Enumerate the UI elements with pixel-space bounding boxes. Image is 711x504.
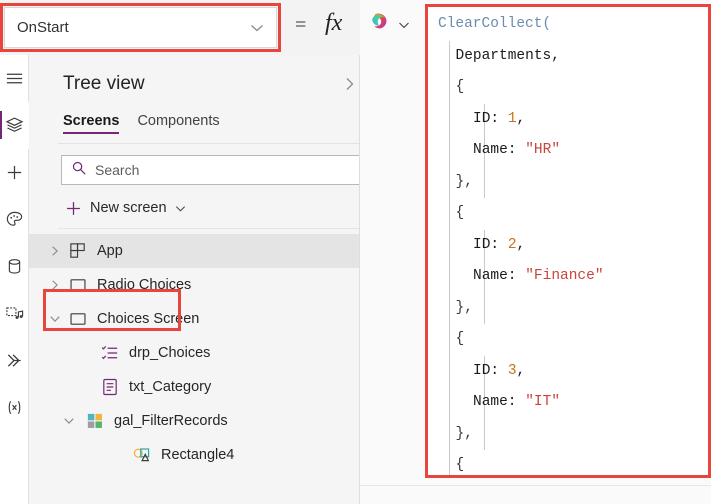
- property-selector-value: OnStart: [17, 19, 69, 36]
- new-screen-divider: [58, 228, 359, 229]
- left-icon-rail: [0, 55, 29, 504]
- tree-item-label: drp_Choices: [129, 345, 211, 361]
- tree-item-drp-choices[interactable]: drp_Choices: [29, 336, 359, 370]
- shapes-control-icon: [131, 445, 152, 466]
- formula-code-text: {: [455, 331, 465, 347]
- formula-code-line: Name: "HR": [428, 135, 708, 167]
- formula-code-text: },: [455, 299, 473, 316]
- formula-code-line: },: [428, 292, 708, 324]
- chevron-down-icon[interactable]: [174, 202, 187, 215]
- formula-code-text: Departments,: [455, 47, 560, 64]
- formula-code-line: {: [428, 450, 708, 475]
- indent-guide: [484, 292, 485, 324]
- tree-item-label: Rectangle4: [161, 447, 235, 463]
- property-selector-dropdown[interactable]: OnStart: [4, 7, 277, 48]
- media-icon[interactable]: [0, 290, 29, 337]
- database-data-icon[interactable]: [0, 243, 29, 290]
- dropdown-control-icon: [99, 343, 120, 364]
- formula-code-text: Name: "HR": [473, 142, 561, 158]
- layers-tree-view-icon[interactable]: [0, 102, 29, 149]
- page-title: Tree view: [63, 73, 145, 94]
- tab-screens[interactable]: Screens: [63, 113, 120, 134]
- formula-code-text: {: [455, 457, 465, 473]
- tree-view-panel: Tree view Screens Components Search New …: [29, 55, 360, 504]
- formula-code-line: {: [428, 198, 708, 230]
- formula-code-text: ID: 1,: [473, 110, 526, 127]
- formula-code-text: },: [455, 425, 473, 442]
- text-input-control-icon: [99, 377, 120, 398]
- formula-code-text: {: [455, 79, 465, 95]
- formula-code-line: },: [428, 166, 708, 198]
- tree-item-gal-filterrecords[interactable]: gal_FilterRecords: [29, 404, 359, 438]
- app-icon: [67, 241, 88, 262]
- formula-code-text: ID: 2,: [473, 236, 526, 253]
- screen-icon: [67, 275, 88, 296]
- formula-code-text: Name: "IT": [473, 394, 561, 410]
- formula-code-line: {: [428, 324, 708, 356]
- copilot-icon: [368, 10, 392, 39]
- formula-code-text: ID: 3,: [473, 362, 526, 379]
- formula-code-line: ID: 1,: [428, 103, 708, 135]
- tree-item-label: txt_Category: [129, 379, 212, 395]
- powerapps-studio-window: OnStart = fx Tree view Screens Component…: [0, 0, 711, 504]
- equals-sign-label: =: [295, 14, 307, 36]
- tabs-divider: [58, 143, 359, 144]
- formula-code-line: Name: "IT": [428, 387, 708, 419]
- formula-editor-panel: ClearCollect( Departments, { ID: 1, Name: "H…: [360, 0, 711, 504]
- formula-code-text: Name: "Finance": [473, 268, 604, 284]
- tree-item-label: Choices Screen: [97, 311, 200, 327]
- tree-item-txt-category[interactable]: txt_Category: [29, 370, 359, 404]
- search-placeholder-text: Search: [95, 162, 140, 178]
- formula-code-line: {: [428, 72, 708, 104]
- formula-code-line: Name: "Finance": [428, 261, 708, 293]
- search-input[interactable]: Search: [61, 155, 359, 185]
- tree-item-rectangle4[interactable]: Rectangle4: [29, 438, 359, 472]
- tree-item-label: App: [97, 243, 123, 259]
- new-screen-label: New screen: [90, 200, 167, 216]
- formula-code-line: },: [428, 418, 708, 450]
- formula-code-editor[interactable]: ClearCollect( Departments, { ID: 1, Name: "H…: [428, 7, 708, 475]
- chevron-right-icon[interactable]: [343, 75, 357, 93]
- chevron-down-icon: [248, 19, 266, 37]
- formula-code-text: ClearCollect(: [438, 16, 552, 32]
- tree-item-choices-screen[interactable]: Choices Screen: [29, 302, 359, 336]
- screen-icon: [67, 309, 88, 330]
- formula-panel-bottom-strip: [360, 485, 711, 504]
- indent-guide: [484, 418, 485, 450]
- search-icon: [71, 160, 87, 181]
- hamburger-menu-icon[interactable]: [0, 55, 29, 102]
- gallery-control-icon: [84, 411, 105, 432]
- chevron-down-icon[interactable]: [61, 414, 76, 429]
- formula-input-highlight-annotation: ClearCollect( Departments, { ID: 1, Name: "H…: [425, 4, 711, 478]
- formula-code-line: ID: 2,: [428, 229, 708, 261]
- formula-code-text: {: [455, 205, 465, 221]
- plus-icon: [65, 200, 82, 217]
- chevron-down-icon[interactable]: [397, 18, 411, 32]
- new-screen-button[interactable]: New screen: [65, 195, 187, 221]
- variables-x-icon[interactable]: [0, 384, 29, 431]
- tree-view-tabs: Screens Components: [63, 113, 220, 134]
- palette-theme-icon[interactable]: [0, 196, 29, 243]
- chevron-right-icon[interactable]: [47, 244, 62, 259]
- formula-code-line: Departments,: [428, 40, 708, 72]
- chevron-right-icon[interactable]: [47, 278, 62, 293]
- tab-components[interactable]: Components: [137, 113, 219, 134]
- tree-item-label: gal_FilterRecords: [114, 413, 228, 429]
- tree-item-app[interactable]: App: [29, 234, 359, 268]
- screens-tree-list: App Radio Choices Choices Screen drp_Cho…: [29, 234, 359, 472]
- tree-item-label: Radio Choices: [97, 277, 192, 293]
- fx-function-icon: fx: [325, 10, 343, 36]
- chevron-down-icon[interactable]: [47, 312, 62, 327]
- copilot-button[interactable]: [368, 10, 411, 39]
- plus-insert-icon[interactable]: [0, 149, 29, 196]
- indent-guide: [484, 166, 485, 198]
- formula-code-text: },: [455, 173, 473, 190]
- tree-item-radio-choices[interactable]: Radio Choices: [29, 268, 359, 302]
- formula-code-line: ClearCollect(: [428, 9, 708, 41]
- power-automate-icon[interactable]: [0, 337, 29, 384]
- formula-code-line: ID: 3,: [428, 355, 708, 387]
